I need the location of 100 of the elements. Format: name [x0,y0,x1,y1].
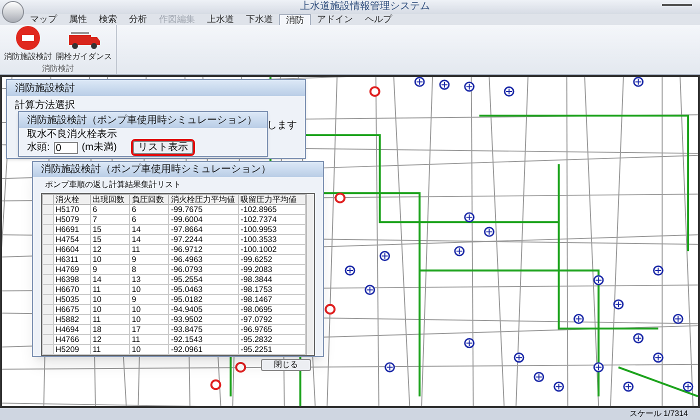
table-cell: H4694 [53,324,90,334]
table-cell: 11 [129,244,168,254]
table-cell: 11 [90,284,130,294]
menu-tab[interactable]: マップ [24,14,63,25]
table-cell: 17 [129,324,168,334]
table-cell: H6675 [53,304,90,314]
table-cell: -93.8475 [168,324,238,334]
column-header[interactable]: 吸留圧力平均値 [238,194,306,204]
table-cell: H6691 [53,224,90,234]
table-cell: H5882 [53,314,90,324]
table-cell: 10 [129,304,168,314]
menu-tab[interactable]: 上水道 [201,14,240,25]
table-cell: -96.9765 [238,324,306,334]
table-cell: -98.3844 [238,274,306,284]
table-cell: -95.2554 [168,274,238,284]
head-input[interactable]: 0 [54,142,78,154]
table-cell: H5170 [53,204,90,214]
table-cell: 15 [90,224,130,234]
table-cell: -92.1543 [168,334,238,344]
table-cell: -95.2832 [238,334,306,344]
table-cell: 14 [129,224,168,234]
table-cell: -94.9405 [168,304,238,314]
table-cell: H6311 [53,254,90,264]
table-cell: -95.2251 [238,344,306,354]
table-cell: -98.0695 [238,304,306,314]
table-cell: 15 [90,234,130,244]
table-cell: -99.2083 [238,264,306,274]
table-cell: -100.3533 [238,234,306,244]
table-cell: -96.4963 [168,254,238,264]
table-cell: -100.9953 [238,224,306,234]
table-cell: -96.9712 [168,244,238,254]
table-cell: 6 [129,214,168,224]
menu-tab[interactable]: 属性 [63,14,93,25]
ribbon-button[interactable]: 消防施設検討 [4,25,52,63]
menu-tab[interactable]: 消防 [279,14,311,25]
column-header[interactable]: 消火栓圧力平均値 [168,194,238,204]
table-cell: -98.1467 [238,294,306,304]
table-cell: -93.9502 [168,314,238,324]
table-cell: 12 [90,244,130,254]
table-cell: 14 [129,234,168,244]
dialog-title: 消防施設検討（ポンプ車使用時シミュレーション） [19,112,267,128]
table-cell: 9 [129,254,168,264]
column-header[interactable]: 消火栓 [53,194,90,204]
menu-tab[interactable]: ヘルプ [359,14,398,25]
table-cell: 10 [90,294,130,304]
table-cell: 8 [129,264,168,274]
menu-tab[interactable]: 分析 [123,14,153,25]
menu-tab[interactable]: アドイン [311,14,359,25]
table-cell: -102.7374 [238,214,306,224]
ribbon-button[interactable]: 開栓ガイダンス [56,29,112,63]
table-cell: 11 [90,344,130,354]
table-cell: 11 [90,314,130,324]
table-cell: H4754 [53,234,90,244]
table-cell: 10 [129,344,168,354]
table-cell: H4769 [53,264,90,274]
scale-text: スケール 1/7314 [629,408,688,420]
table-cell: 10 [90,254,130,264]
section-label: 計算方法選択 [14,98,76,112]
table-cell: H5209 [53,344,90,354]
table-cell: 6 [129,204,168,214]
menu-tab[interactable]: 下水道 [240,14,279,25]
table-cell: 18 [90,324,130,334]
table-cell: H6604 [53,244,90,254]
table-cell: -99.6252 [238,254,306,264]
table-cell: H6398 [53,274,90,284]
head-label: 水頭: [27,142,50,154]
table-cell: 9 [129,294,168,304]
list-button[interactable]: リスト表示 [132,141,193,154]
table-cell: -97.8664 [168,224,238,234]
table-cell: 10 [90,304,130,314]
table-cell: H4766 [53,334,90,344]
table-cell: -97.2244 [168,234,238,244]
description-text: します [267,120,297,132]
dialog-title: 消防施設検討 [7,80,305,96]
table-cell: -92.0961 [168,344,238,354]
table-cell: -102.8965 [238,204,306,214]
section-label: 取水不良消火栓表示 [26,128,118,141]
table-cell: 12 [90,334,130,344]
table-cell: 10 [129,314,168,324]
dialog-title: 消防施設検討（ポンプ車使用時シミュレーション） [33,162,323,177]
table-cell: 7 [90,214,130,224]
table-cell: -97.0792 [238,314,306,324]
table-cell: -95.0463 [168,284,238,294]
table-cell: 13 [129,274,168,284]
table-cell: -99.6004 [168,214,238,224]
table-cell: -96.0793 [168,264,238,274]
window-title: 上水道施設情報管理システム [300,0,430,14]
table-cell: H6670 [53,284,90,294]
table-cell: 10 [129,284,168,294]
column-header[interactable]: 出現回数 [90,194,130,204]
table-cell: -100.1002 [238,244,306,254]
close-button[interactable]: 閉じる [261,359,311,371]
ribbon-group-label: 消防検討 [41,63,75,75]
column-header[interactable]: 負圧回数 [129,194,168,204]
table-cell: 9 [90,264,130,274]
unit-label: (m未満) [82,142,117,154]
table-cell: 11 [129,334,168,344]
menu-tab[interactable]: 検索 [93,14,123,25]
table-cell: 6 [90,204,130,214]
table-cell: H5079 [53,214,90,224]
